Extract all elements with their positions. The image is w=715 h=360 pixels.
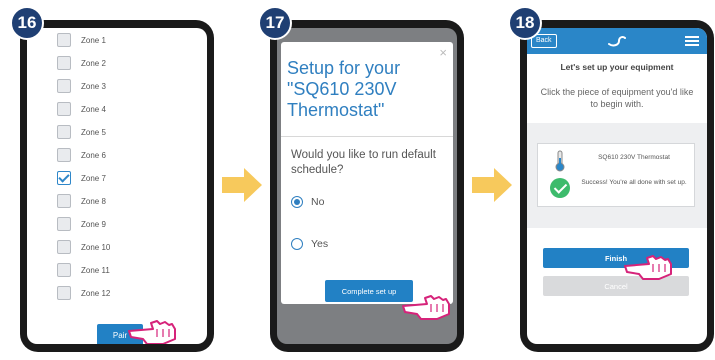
- radio-yes[interactable]: Yes: [291, 238, 328, 250]
- equipment-area: SQ610 230V Thermostat Success! You're al…: [527, 123, 707, 228]
- zone-label: Zone 9: [81, 219, 106, 229]
- equipment-card[interactable]: SQ610 230V Thermostat Success! You're al…: [537, 143, 695, 207]
- app-header: Back: [527, 28, 707, 54]
- zone-label: Zone 5: [81, 127, 106, 137]
- zone-row[interactable]: Zone 8: [57, 194, 106, 208]
- pointer-hand-icon: [402, 295, 450, 320]
- radio-yes-label: Yes: [311, 238, 329, 250]
- zone-label: Zone 4: [81, 104, 106, 114]
- zone-label: Zone 3: [81, 81, 106, 91]
- thermometer-icon: [555, 150, 565, 172]
- zone-row[interactable]: Zone 6: [57, 148, 106, 162]
- zone-row[interactable]: Zone 3: [57, 79, 106, 93]
- checkbox-icon[interactable]: [57, 56, 71, 70]
- zone-label: Zone 6: [81, 150, 106, 160]
- zone-row[interactable]: Zone 5: [57, 125, 106, 139]
- zone-label: Zone 8: [81, 196, 106, 206]
- phone-18: Back Let's set up your equipment Click t…: [520, 20, 714, 352]
- screen-18: Back Let's set up your equipment Click t…: [527, 28, 707, 344]
- zone-label: Zone 12: [81, 288, 111, 298]
- setup-heading: Let's set up your equipment: [560, 62, 674, 72]
- zone-label: Zone 11: [81, 265, 110, 275]
- radio-unselected-icon: [291, 238, 303, 250]
- radio-no-label: No: [311, 196, 325, 208]
- zone-row[interactable]: Zone 4: [57, 102, 106, 116]
- zone-row[interactable]: Zone 12: [57, 286, 110, 300]
- radio-no[interactable]: No: [291, 196, 324, 208]
- zone-label: Zone 10: [81, 242, 111, 252]
- setup-dialog: × Setup for your "SQ610 230V Thermostat"…: [281, 42, 453, 304]
- step-badge-17: 17: [258, 6, 292, 40]
- zone-label: Zone 2: [81, 58, 106, 68]
- next-step-arrow-icon: [472, 168, 512, 202]
- checkbox-icon[interactable]: [57, 33, 71, 47]
- zone-row[interactable]: Zone 2: [57, 56, 106, 70]
- checkbox-icon[interactable]: [57, 286, 71, 300]
- dialog-title: Setup for your "SQ610 230V Thermostat": [287, 58, 401, 120]
- radio-selected-icon: [291, 196, 303, 208]
- pointer-hand-icon: [624, 255, 672, 280]
- checkbox-icon[interactable]: [57, 148, 71, 162]
- checkbox-icon[interactable]: [57, 125, 71, 139]
- complete-setup-button[interactable]: Complete set up: [325, 280, 413, 302]
- divider: [281, 136, 453, 137]
- checkbox-icon[interactable]: [57, 217, 71, 231]
- zone-label: Zone 1: [81, 35, 106, 45]
- zone-label: Zone 7: [81, 173, 106, 183]
- menu-icon[interactable]: [685, 36, 699, 46]
- zone-row[interactable]: Zone 9: [57, 217, 106, 231]
- step-badge-16: 16: [10, 6, 44, 40]
- schedule-question: Would you like to run default schedule?: [291, 149, 436, 176]
- step-badge-18: 18: [508, 6, 542, 40]
- device-name: SQ610 230V Thermostat: [598, 154, 670, 161]
- checkbox-icon[interactable]: [57, 263, 71, 277]
- phone-17: × Setup for your "SQ610 230V Thermostat"…: [270, 20, 464, 352]
- zone-row[interactable]: Zone 7: [57, 171, 106, 185]
- success-check-icon: [550, 178, 570, 198]
- screen-17: × Setup for your "SQ610 230V Thermostat"…: [277, 28, 457, 344]
- screen-16: Zone 1 Zone 2 Zone 3 Zone 4 Zone 5 Zone 6 Zone…: [27, 28, 207, 344]
- checkbox-icon[interactable]: [57, 194, 71, 208]
- checkbox-icon[interactable]: [57, 102, 71, 116]
- phone-16: Zone 1 Zone 2 Zone 3 Zone 4 Zone 5 Zone 6 Zone…: [20, 20, 214, 352]
- zone-row[interactable]: Zone 11: [57, 263, 110, 277]
- pointer-hand-icon: [128, 320, 176, 344]
- checkbox-icon[interactable]: [57, 240, 71, 254]
- success-message: Success! You're all done with set up.: [581, 179, 687, 186]
- brand-logo-icon: [608, 36, 626, 47]
- zone-row[interactable]: Zone 10: [57, 240, 110, 254]
- setup-instruction: Click the piece of equipment you'd like …: [540, 87, 694, 109]
- checkbox-icon[interactable]: [57, 79, 71, 93]
- close-icon[interactable]: ×: [439, 45, 447, 60]
- next-step-arrow-icon: [222, 168, 262, 202]
- zone-row[interactable]: Zone 1: [57, 33, 106, 47]
- checkbox-checked-icon[interactable]: [57, 171, 71, 185]
